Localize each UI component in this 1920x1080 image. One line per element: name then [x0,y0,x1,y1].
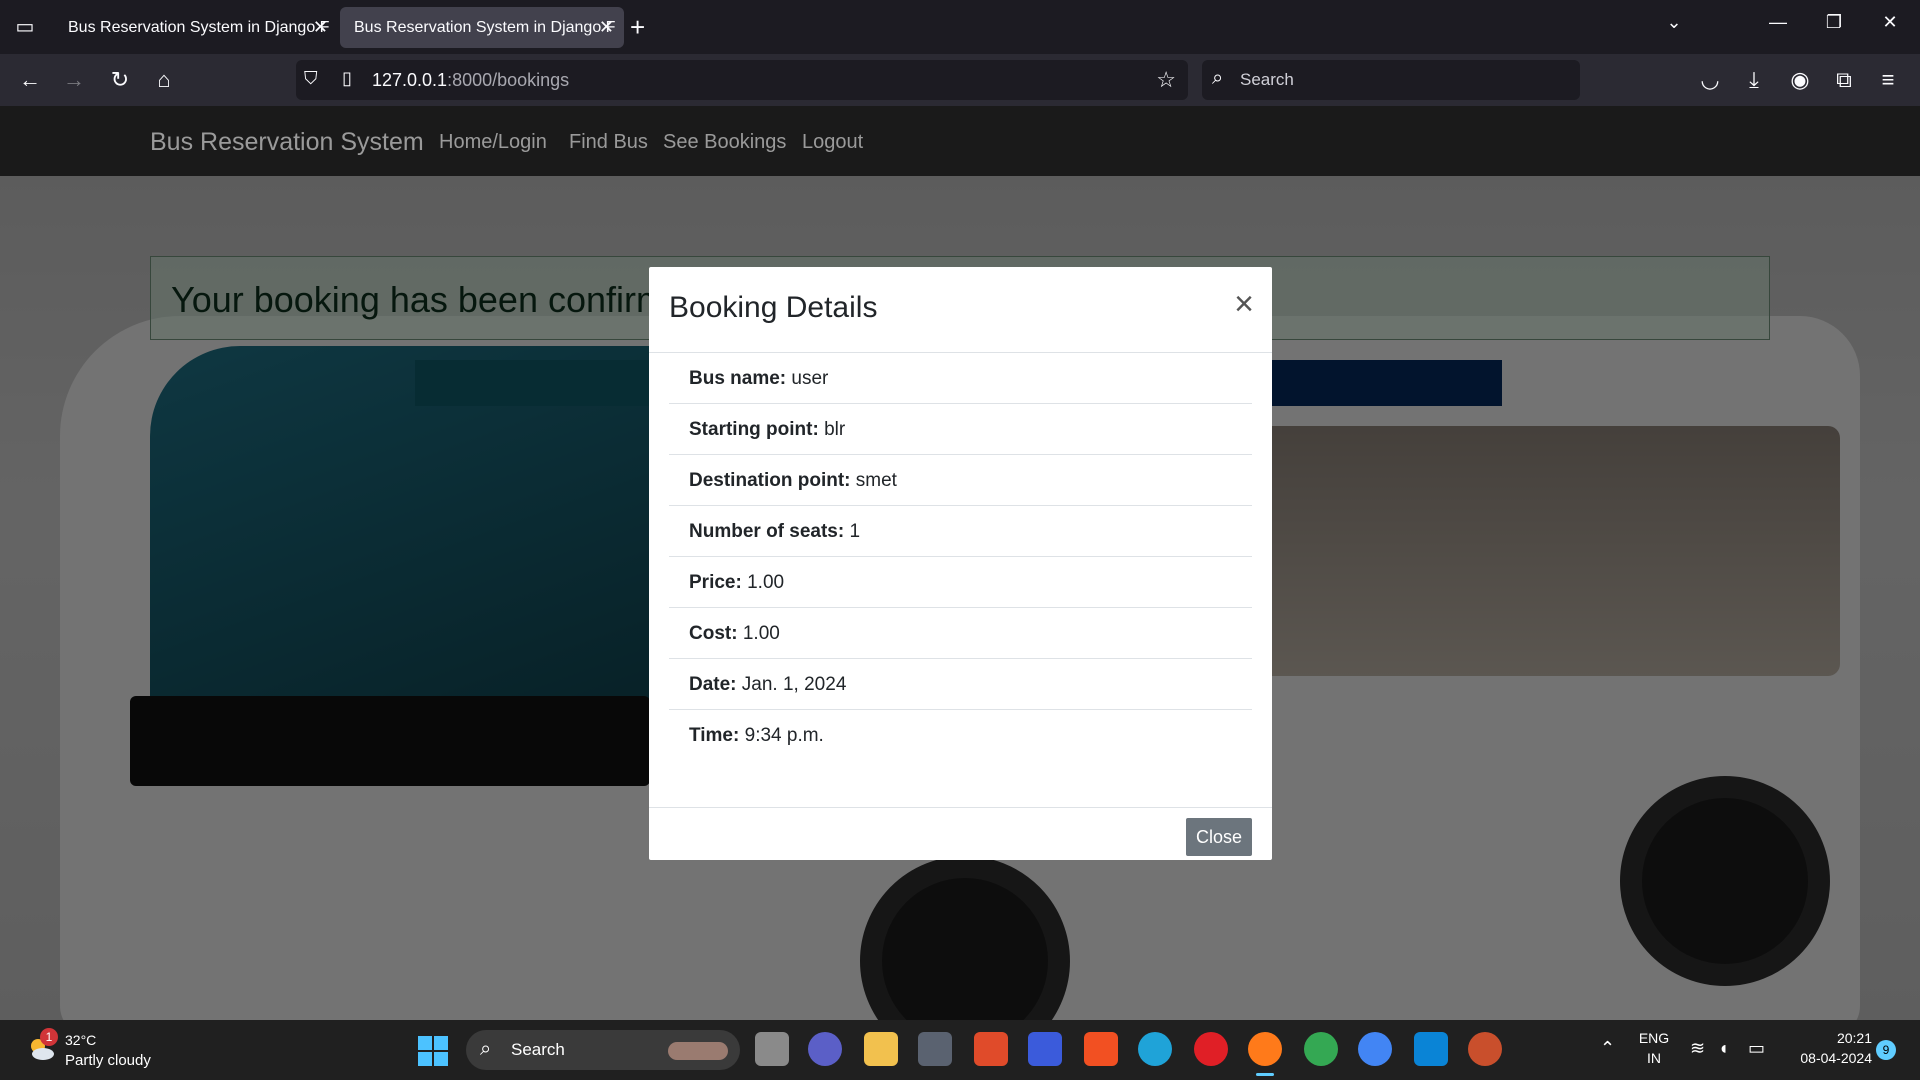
detail-row-bus-name: Bus name: user [669,353,1252,404]
site-brand[interactable]: Bus Reservation System [150,128,424,157]
wps-office-icon[interactable] [974,1032,1008,1066]
detail-row-price: Price: 1.00 [669,557,1252,608]
browser-tab-2[interactable]: Bus Reservation System in Django F ✕ [340,7,624,48]
weather-alert-badge: 1 [40,1028,58,1046]
detail-row-starting-point: Starting point: blr [669,404,1252,455]
restore-icon[interactable]: ❐ [1814,12,1854,33]
browser-tab-bar: ▭ Bus Reservation System in Django F ✕ B… [0,0,1920,54]
extensions-icon[interactable]: ⧉ [1830,66,1858,94]
file-explorer-icon[interactable] [864,1032,898,1066]
detail-row-time: Time: 9:34 p.m. [689,725,824,746]
booking-details-modal: Booking Details × Bus name: user Startin… [649,267,1272,860]
chevron-up-icon[interactable]: ⌃ [1600,1038,1615,1059]
weather-temperature[interactable]: 32°C [65,1032,96,1048]
minimize-icon[interactable]: — [1758,12,1798,33]
tab-title: Bus Reservation System in Django F [354,19,616,36]
vscode-icon[interactable] [1414,1032,1448,1066]
page-viewport: Bus Reservation System Home/Login Find B… [0,106,1920,1020]
menu-icon[interactable]: ≡ [1874,66,1902,94]
modal-header: Booking Details × [649,267,1272,353]
pocket-icon[interactable]: ◡ [1696,66,1724,94]
clock-time[interactable]: 20:21 [1782,1030,1872,1046]
battery-icon[interactable]: ▭ [1748,1038,1765,1059]
detail-row-cost: Cost: 1.00 [669,608,1252,659]
taskbar-search[interactable]: ⌕ Search [466,1030,740,1070]
clock-date[interactable]: 08-04-2024 [1782,1050,1872,1066]
close-tab-icon[interactable]: ✕ [313,7,328,48]
language-region[interactable]: IN [1634,1050,1674,1066]
account-icon[interactable]: ◉ [1786,66,1814,94]
modal-title: Booking Details [669,291,878,324]
chrome-icon[interactable] [1304,1032,1338,1066]
page-icon[interactable]: ▯ [342,68,352,89]
url-text[interactable]: 127.0.0.1:8000/bookings [372,70,569,91]
app-cube-icon[interactable] [918,1032,952,1066]
home-icon[interactable]: ⌂ [150,66,178,94]
task-view-icon[interactable] [755,1032,789,1066]
new-tab-icon[interactable]: + [630,12,645,42]
powerpoint-icon[interactable] [1468,1032,1502,1066]
windows-start-icon[interactable] [418,1036,448,1066]
search-input[interactable] [1240,66,1560,94]
language-code[interactable]: ENG [1634,1030,1674,1046]
edge-icon[interactable] [1138,1032,1172,1066]
browser-tab-1[interactable]: Bus Reservation System in Django F ✕ [54,7,338,48]
nav-find-bus[interactable]: Find Bus [569,131,648,154]
nav-logout[interactable]: Logout [802,131,863,154]
search-icon: ⌕ [480,1038,492,1060]
tab-title: Bus Reservation System in Django F [68,19,330,36]
search-highlight-image [668,1042,728,1060]
close-button[interactable]: Close [1185,818,1252,856]
url-bar[interactable]: ⛉ ▯ 127.0.0.1:8000/bookings ☆ [296,60,1188,100]
search-icon: ⌕ [1212,67,1224,89]
downloads-icon[interactable]: ⤓ [1740,66,1768,94]
close-tab-icon[interactable]: ✕ [599,7,614,48]
bookmark-star-icon[interactable]: ☆ [1156,67,1176,93]
detail-row-date: Date: Jan. 1, 2024 [669,659,1252,710]
close-icon[interactable]: × [1234,287,1254,321]
browser-search-bar[interactable]: ⌕ [1202,60,1580,100]
taskbar-search-label: Search [511,1040,565,1059]
site-navbar: Bus Reservation System Home/Login Find B… [0,106,1920,176]
volume-icon[interactable]: ◖ [1718,1038,1729,1059]
nav-see-bookings[interactable]: See Bookings [663,131,786,154]
wifi-icon[interactable]: ≋ [1690,1038,1705,1059]
detail-row-number-of-seats: Number of seats: 1 [669,506,1252,557]
nav-home-login[interactable]: Home/Login [439,131,547,154]
chrome-profile-icon[interactable] [1358,1032,1392,1066]
forward-icon[interactable]: → [60,66,88,94]
microsoft-store-icon[interactable] [1084,1032,1118,1066]
tab-list-icon[interactable]: ▭ [12,14,38,40]
notification-badge[interactable]: 9 [1876,1040,1896,1060]
taskbar: 1 32°C Partly cloudy ⌕ Search ⌃ ENG IN ≋… [0,1020,1920,1080]
booking-detail-list: Bus name: user Starting point: blr Desti… [669,353,1252,761]
reload-icon[interactable]: ↻ [106,66,134,94]
back-icon[interactable]: ← [16,66,44,94]
window-close-icon[interactable]: ✕ [1870,12,1910,33]
weather-description[interactable]: Partly cloudy [65,1052,151,1069]
teams-chat-icon[interactable] [808,1032,842,1066]
math-app-icon[interactable] [1028,1032,1062,1066]
shield-icon[interactable]: ⛉ [304,68,318,89]
detail-row-destination-point: Destination point: smet [669,455,1252,506]
modal-footer: Close [649,807,1272,860]
tab-overflow-chevron-icon[interactable]: ⌄ [1654,12,1694,33]
firefox-icon[interactable] [1248,1032,1282,1076]
opera-icon[interactable] [1194,1032,1228,1066]
